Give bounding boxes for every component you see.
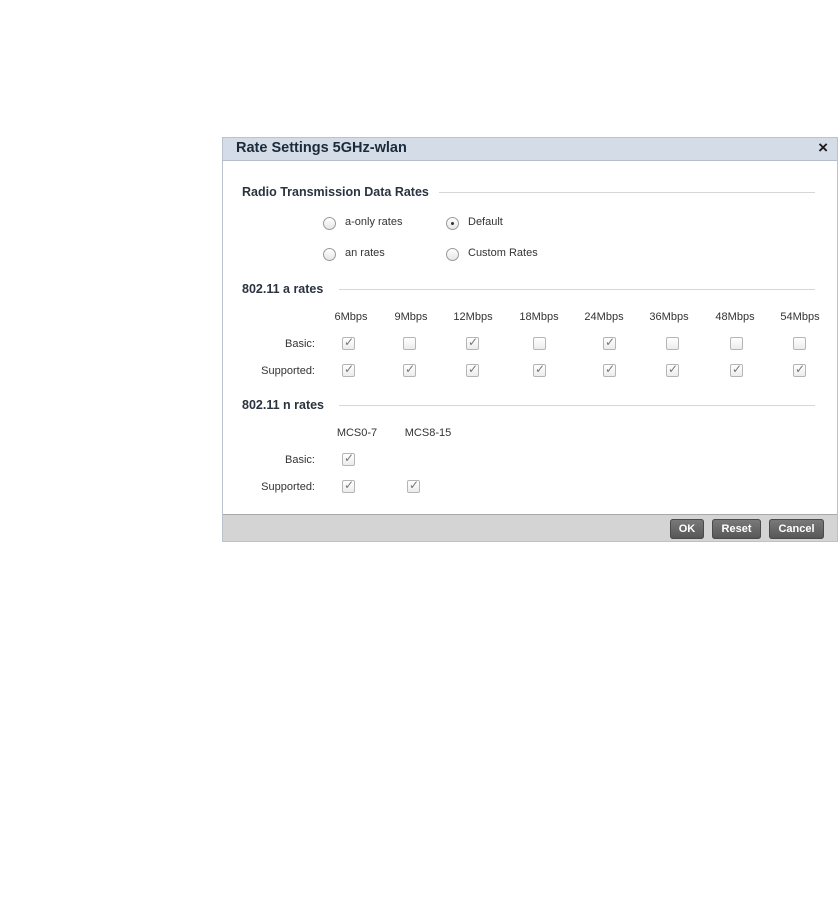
radio-label-default: Default <box>468 216 503 228</box>
radio-section-title: Radio Transmission Data Rates <box>242 185 429 199</box>
checkmark-icon: ✓ <box>409 478 420 492</box>
radio-an-rates[interactable] <box>323 248 336 261</box>
checkmark-icon: ✓ <box>468 362 479 376</box>
a-rate-column-12mbps: 12Mbps <box>453 311 493 323</box>
checkmark-icon: ✓ <box>795 362 806 376</box>
radio-label-an-rates: an rates <box>345 247 385 259</box>
n-supported-row-label: Supported: <box>261 481 315 493</box>
checkmark-icon: ✓ <box>535 362 546 376</box>
checkmark-icon: ✓ <box>344 362 355 376</box>
ok-button[interactable]: OK <box>670 519 704 539</box>
a-supported-row-label: Supported: <box>261 365 315 377</box>
section-divider <box>439 192 815 193</box>
close-icon[interactable]: × <box>818 138 828 158</box>
a-rate-column-6mbps: 6Mbps <box>334 311 368 323</box>
a-rate-supported-54mbps-checkbox[interactable]: ✓ <box>793 362 806 377</box>
radio-custom-rates[interactable] <box>446 248 459 261</box>
cancel-button[interactable]: Cancel <box>769 519 824 539</box>
radio-a-only-rates[interactable] <box>323 217 336 230</box>
radio-default[interactable] <box>446 217 459 230</box>
checkmark-icon: ✓ <box>405 362 416 376</box>
a-rate-column-9mbps: 9Mbps <box>394 311 428 323</box>
a-basic-row-label: Basic: <box>285 338 315 350</box>
n-rates-title: 802.11 n rates <box>242 398 325 412</box>
a-rate-column-24mbps: 24Mbps <box>584 311 624 323</box>
checkmark-icon: ✓ <box>468 335 479 349</box>
checkmark-icon: ✓ <box>605 362 616 376</box>
a-rate-supported-36mbps-checkbox[interactable]: ✓ <box>666 362 679 377</box>
a-rate-supported-18mbps-checkbox[interactable]: ✓ <box>533 362 546 377</box>
dialog-titlebar: Rate Settings 5GHz-wlan × <box>223 138 837 161</box>
n-rate-supported-mcs8-15-checkbox[interactable]: ✓ <box>407 478 420 493</box>
dialog-footer: OK Reset Cancel <box>223 514 837 541</box>
dialog-title: Rate Settings 5GHz-wlan <box>236 140 407 156</box>
checkmark-icon: ✓ <box>344 451 355 465</box>
section-divider <box>339 289 815 290</box>
a-rate-basic-9mbps-checkbox[interactable] <box>403 337 416 350</box>
a-rate-supported-24mbps-checkbox[interactable]: ✓ <box>603 362 616 377</box>
checkmark-icon: ✓ <box>605 335 616 349</box>
a-rate-supported-12mbps-checkbox[interactable]: ✓ <box>466 362 479 377</box>
reset-button[interactable]: Reset <box>712 519 761 539</box>
a-rate-basic-48mbps-checkbox[interactable] <box>730 337 743 350</box>
a-rate-column-18mbps: 18Mbps <box>519 311 559 323</box>
n-basic-row-label: Basic: <box>285 454 315 466</box>
a-rate-basic-24mbps-checkbox[interactable]: ✓ <box>603 335 616 350</box>
a-rate-basic-54mbps-checkbox[interactable] <box>793 337 806 350</box>
n-rate-column-mcs8-15: MCS8-15 <box>404 427 452 439</box>
a-rate-column-54mbps: 54Mbps <box>780 311 820 323</box>
n-rate-basic-mcs0-7-checkbox[interactable]: ✓ <box>342 451 355 466</box>
a-rates-title: 802.11 a rates <box>242 282 324 296</box>
checkmark-icon: ✓ <box>344 335 355 349</box>
a-rate-column-36mbps: 36Mbps <box>649 311 689 323</box>
a-rate-supported-9mbps-checkbox[interactable]: ✓ <box>403 362 416 377</box>
radio-label-a-only-rates: a-only rates <box>345 216 403 228</box>
radio-label-custom-rates: Custom Rates <box>468 247 538 259</box>
section-divider <box>339 405 815 406</box>
n-rate-supported-mcs0-7-checkbox[interactable]: ✓ <box>342 478 355 493</box>
a-rate-column-48mbps: 48Mbps <box>715 311 755 323</box>
a-rate-supported-6mbps-checkbox[interactable]: ✓ <box>342 362 355 377</box>
a-rate-basic-12mbps-checkbox[interactable]: ✓ <box>466 335 479 350</box>
checkmark-icon: ✓ <box>732 362 743 376</box>
rate-settings-dialog: Rate Settings 5GHz-wlan × Radio Transmis… <box>222 137 838 542</box>
a-rate-basic-6mbps-checkbox[interactable]: ✓ <box>342 335 355 350</box>
n-rate-column-mcs0-7: MCS0-7 <box>336 427 378 439</box>
checkmark-icon: ✓ <box>344 478 355 492</box>
a-rate-basic-18mbps-checkbox[interactable] <box>533 337 546 350</box>
a-rate-supported-48mbps-checkbox[interactable]: ✓ <box>730 362 743 377</box>
checkmark-icon: ✓ <box>668 362 679 376</box>
a-rate-basic-36mbps-checkbox[interactable] <box>666 337 679 350</box>
